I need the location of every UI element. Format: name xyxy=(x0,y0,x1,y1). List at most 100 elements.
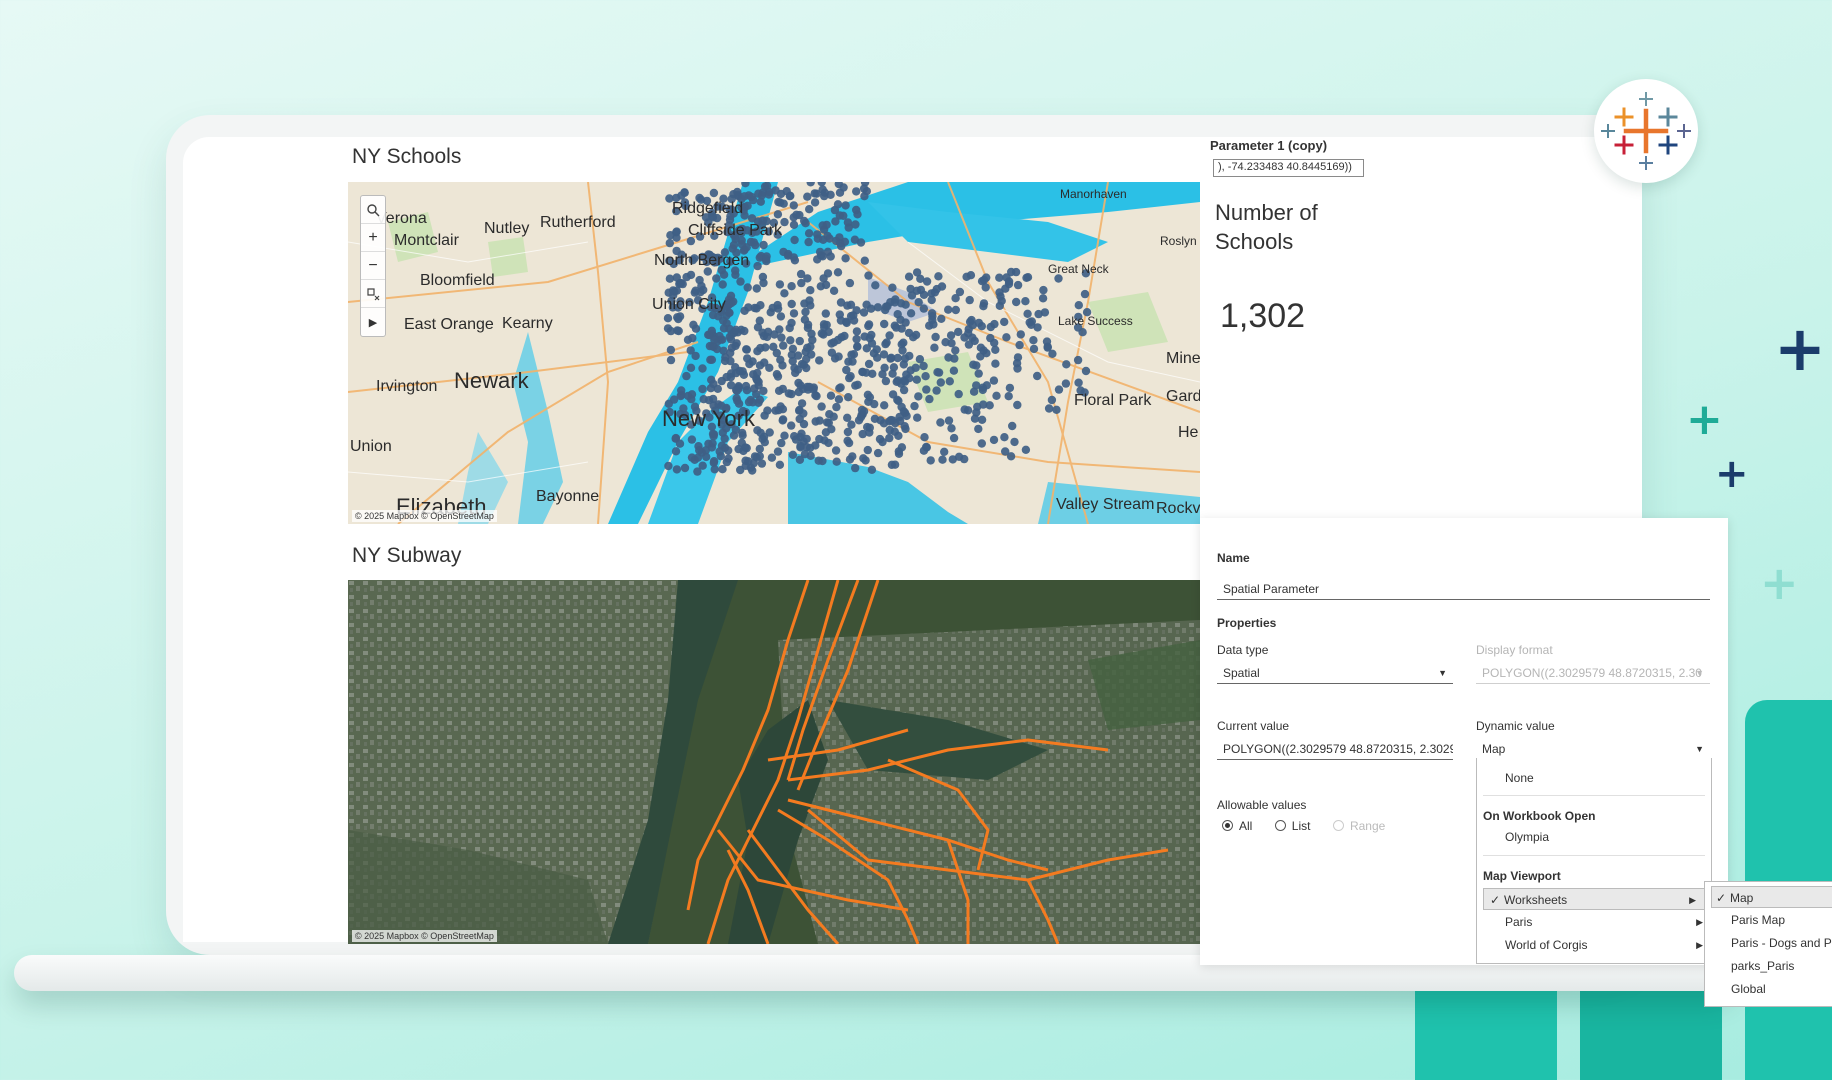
subway-line xyxy=(787,738,1109,782)
school-dot xyxy=(992,391,1001,400)
school-dot xyxy=(1042,337,1052,346)
map-label: Mine xyxy=(1166,350,1200,367)
school-dot xyxy=(904,272,914,281)
school-dot xyxy=(972,381,981,390)
submenu-item-parks-paris[interactable]: parks_Paris xyxy=(1705,955,1832,977)
submenu-item-paris-dogs[interactable]: Paris - Dogs and Pa xyxy=(1705,932,1832,954)
expand-toolbar-button[interactable]: ▶ xyxy=(361,308,385,336)
school-dot xyxy=(800,315,810,324)
properties-label: Properties xyxy=(1217,616,1277,630)
school-dot xyxy=(687,390,697,399)
dropdown-item-paris[interactable]: Paris ▶ xyxy=(1477,911,1711,933)
school-dot xyxy=(894,449,904,458)
school-dot xyxy=(836,383,845,392)
map-label: Manorhaven xyxy=(1060,187,1127,201)
map-label: Irvington xyxy=(376,378,438,395)
zoom-out-button[interactable]: − xyxy=(361,252,385,280)
map-search-button[interactable] xyxy=(361,196,385,224)
dropdown-item-label: Paris xyxy=(1505,915,1533,929)
map-label: Newark xyxy=(454,368,529,393)
zoom-in-button[interactable]: + xyxy=(361,224,385,252)
map-label: Union xyxy=(350,438,392,455)
school-dot xyxy=(689,320,698,329)
school-dot xyxy=(839,211,848,220)
school-dot xyxy=(682,371,691,381)
display-format-label: Display format xyxy=(1476,643,1553,657)
radio-range: Range xyxy=(1332,819,1385,833)
radio-list[interactable]: List xyxy=(1274,819,1310,833)
school-dot xyxy=(775,198,785,207)
school-dot xyxy=(852,205,861,215)
submenu-item-map[interactable]: ✓ Map xyxy=(1711,886,1832,908)
school-dot xyxy=(1001,447,1010,456)
school-dot xyxy=(695,275,704,285)
school-dot xyxy=(1054,385,1064,394)
dropdown-item-none[interactable]: None xyxy=(1477,767,1711,789)
school-dot xyxy=(991,359,1000,368)
school-dot xyxy=(947,424,956,433)
school-dot xyxy=(752,284,761,293)
school-dot xyxy=(806,182,815,187)
school-dot xyxy=(862,344,871,353)
school-dot xyxy=(1052,405,1061,414)
reset-map-button[interactable] xyxy=(361,280,385,308)
data-type-select[interactable]: Spatial ▼ xyxy=(1217,662,1453,684)
school-dot xyxy=(726,348,735,358)
dropdown-item-worksheets[interactable]: ✓ Worksheets ▶ xyxy=(1483,888,1705,910)
school-dot xyxy=(743,354,752,363)
subway-line xyxy=(807,808,1169,882)
school-dot xyxy=(826,252,835,261)
school-dot xyxy=(764,190,774,199)
school-dot xyxy=(741,456,750,465)
subway-map[interactable]: © 2025 Mapbox © OpenStreetMap xyxy=(348,580,1200,944)
school-dot xyxy=(819,274,828,283)
school-dot xyxy=(802,442,811,452)
school-dot xyxy=(831,446,841,455)
school-dot xyxy=(775,325,784,334)
school-dot xyxy=(688,333,697,343)
school-dot xyxy=(845,278,855,288)
school-dot xyxy=(815,434,824,444)
parameter-input[interactable]: ), -74.233483 40.8445169)) xyxy=(1213,159,1364,177)
submenu-item-paris-map[interactable]: Paris Map xyxy=(1705,909,1832,931)
school-dot xyxy=(788,344,798,353)
school-dot xyxy=(755,452,764,461)
school-dot xyxy=(707,355,717,364)
school-dot xyxy=(995,273,1004,282)
radio-all[interactable]: All xyxy=(1222,819,1252,833)
school-dot xyxy=(888,369,897,378)
decor-plus-icon: + xyxy=(1686,394,1723,445)
school-dot xyxy=(724,454,733,463)
school-dot xyxy=(709,379,718,389)
school-dot xyxy=(758,272,768,282)
school-dot xyxy=(1012,297,1021,307)
school-dot xyxy=(740,326,749,336)
decor-plus-icon: + xyxy=(1774,312,1826,385)
school-dot xyxy=(937,314,946,323)
school-dot xyxy=(982,349,991,358)
dynamic-value-select[interactable]: Map ▼ xyxy=(1476,738,1710,760)
chevron-down-icon: ▼ xyxy=(1695,744,1704,754)
school-dot xyxy=(819,235,828,244)
submenu-item-global[interactable]: Global xyxy=(1705,978,1832,1000)
school-dot xyxy=(710,335,719,345)
subway-title: NY Subway xyxy=(352,544,462,567)
school-dot xyxy=(673,313,682,322)
school-dot xyxy=(1074,378,1083,387)
map-label: North Bergen xyxy=(654,252,750,269)
school-dot xyxy=(852,334,861,344)
school-dot xyxy=(880,319,889,329)
school-dot xyxy=(698,384,707,394)
dropdown-item-olympia[interactable]: Olympia xyxy=(1477,826,1711,848)
dropdown-item-world-of-corgis[interactable]: World of Corgis ▶ xyxy=(1477,934,1711,956)
school-dot xyxy=(1027,320,1036,329)
school-dot xyxy=(840,331,849,341)
school-dot xyxy=(1047,395,1057,405)
schools-map[interactable]: Verona Nutley Rutherford Ridgefield Clif… xyxy=(348,182,1200,524)
school-dot xyxy=(824,327,833,337)
current-value-field[interactable]: POLYGON((2.3029579 48.8720315, 2.3029 xyxy=(1217,738,1453,760)
name-field[interactable]: Spatial Parameter xyxy=(1217,578,1710,600)
subway-line xyxy=(946,839,970,944)
school-dot xyxy=(914,298,923,307)
school-dot xyxy=(974,369,983,378)
